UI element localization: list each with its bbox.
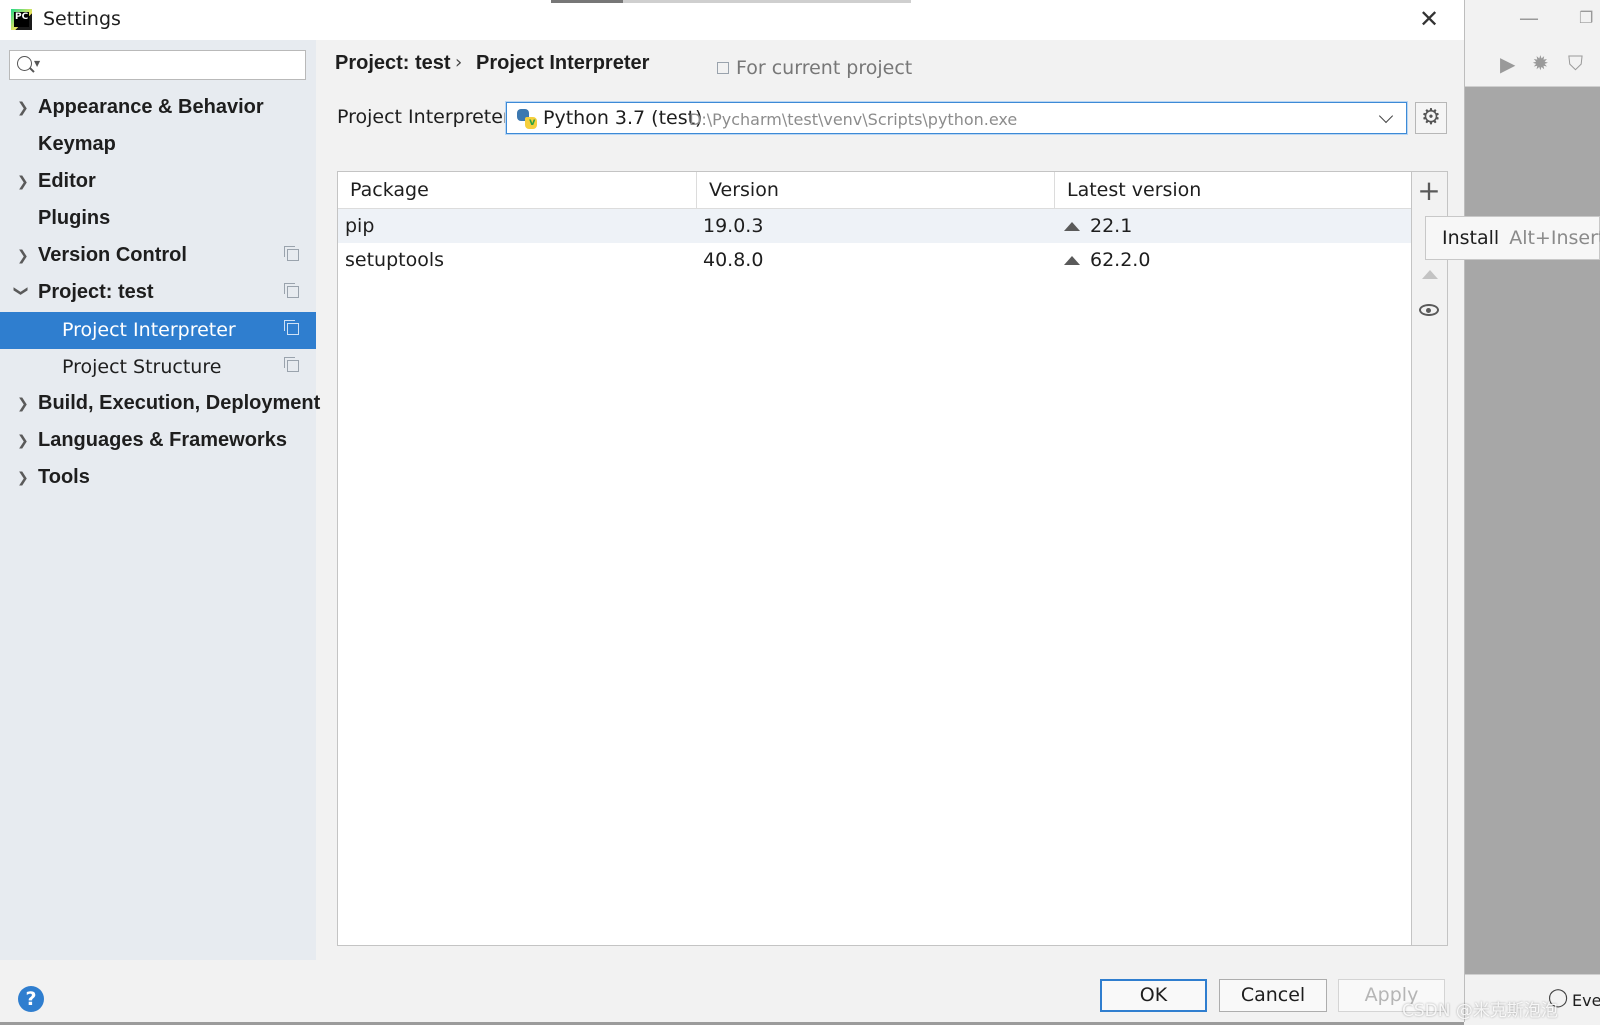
show-early-releases-eye-icon[interactable] xyxy=(1412,294,1446,328)
sidebar-item-languages-frameworks[interactable]: ❯ Languages & Frameworks xyxy=(0,423,316,460)
sidebar-item-label: Tools xyxy=(38,466,90,488)
chevron-down-icon[interactable]: ❯ xyxy=(13,285,29,297)
sidebar-item-label: Keymap xyxy=(38,133,116,155)
install-tooltip: Install Alt+Insert xyxy=(1425,216,1600,260)
ok-button[interactable]: OK xyxy=(1100,979,1207,1012)
column-header-latest-version[interactable]: Latest version xyxy=(1055,172,1411,208)
background-ide-titlebar: — ❐ xyxy=(1464,0,1600,42)
table-header: Package Version Latest version xyxy=(338,172,1411,209)
minimize-icon[interactable]: — xyxy=(1519,6,1539,30)
table-row[interactable]: setuptools 40.8.0 62.2.0 xyxy=(338,243,1411,277)
window-title: Settings xyxy=(43,8,121,30)
package-actions-toolbar: + xyxy=(1412,171,1448,946)
sidebar-item-tools[interactable]: ❯ Tools xyxy=(0,460,316,497)
watermark: CSDN @米克斯泡泡 xyxy=(1402,1001,1558,1021)
background-ide-toolbar: ▶ ✹ ⛉ xyxy=(1464,42,1600,87)
upgrade-available-icon xyxy=(1064,256,1080,265)
interpreter-name: Python 3.7 (test) xyxy=(543,107,703,129)
chevron-right-icon[interactable]: ❯ xyxy=(17,100,29,116)
sidebar-item-label: Build, Execution, Deployment xyxy=(38,392,321,414)
sidebar-item-build-execution-deployment[interactable]: ❯ Build, Execution, Deployment xyxy=(0,386,320,423)
search-box[interactable]: ▼ xyxy=(9,50,306,80)
gear-icon[interactable]: ⚙ xyxy=(1415,102,1447,134)
table-row[interactable]: pip 19.0.3 22.1 xyxy=(338,209,1411,243)
cancel-button[interactable]: Cancel xyxy=(1219,979,1327,1012)
background-ide-window: — ❐ ▶ ✹ ⛉ ◯ Ever xyxy=(1464,0,1600,1025)
sidebar-item-label: Project Structure xyxy=(62,356,222,378)
search-input[interactable] xyxy=(46,54,305,78)
debug-icon[interactable]: ✹ xyxy=(1532,51,1549,75)
sidebar-item-label: Editor xyxy=(38,170,96,192)
chevron-right-icon[interactable]: ❯ xyxy=(17,396,29,412)
sidebar-item-label: Languages & Frameworks xyxy=(38,429,287,451)
package-name: setuptools xyxy=(345,249,445,271)
sidebar-item-label: Plugins xyxy=(38,207,111,229)
sidebar-item-label: Project: test xyxy=(38,281,154,303)
package-name: pip xyxy=(345,215,375,237)
project-settings-copy-icon xyxy=(284,283,299,298)
sidebar-item-label: Version Control xyxy=(38,244,187,266)
sidebar-item-plugins[interactable]: Plugins xyxy=(0,201,316,238)
breadcrumb-separator: › xyxy=(455,52,463,73)
breadcrumb-parent[interactable]: Project: test xyxy=(335,52,451,75)
restore-icon[interactable]: ❐ xyxy=(1579,8,1593,27)
sidebar-item-project-test[interactable]: ❯ Project: test xyxy=(0,275,316,312)
pycharm-logo-icon: PC xyxy=(11,9,32,30)
tooltip-action: Install xyxy=(1442,227,1500,249)
project-settings-copy-icon xyxy=(284,357,299,372)
chevron-right-icon[interactable]: ❯ xyxy=(17,174,29,190)
project-settings-copy-icon xyxy=(284,246,299,261)
dialog-titlebar: PC Settings ✕ xyxy=(0,0,1464,40)
sidebar-item-editor[interactable]: ❯ Editor xyxy=(0,164,316,201)
add-package-icon[interactable]: + xyxy=(1412,174,1446,208)
packages-table: Package Version Latest version pip 19.0.… xyxy=(337,171,1412,946)
upgrade-package-icon[interactable] xyxy=(1412,256,1446,290)
coverage-icon[interactable]: ⛉ xyxy=(1568,51,1583,75)
interpreter-select[interactable]: v Python 3.7 (test) D:\Pycharm\test\venv… xyxy=(506,102,1407,134)
scope-label: For current project xyxy=(736,57,913,79)
package-latest-version: 62.2.0 xyxy=(1090,249,1151,271)
run-icon[interactable]: ▶ xyxy=(1500,52,1515,76)
chevron-down-icon[interactable] xyxy=(1378,108,1394,124)
chevron-right-icon[interactable]: ❯ xyxy=(17,470,29,486)
interpreter-path: D:\Pycharm\test\venv\Scripts\python.exe xyxy=(689,110,1018,129)
package-latest-version: 22.1 xyxy=(1090,215,1133,237)
chevron-right-icon[interactable]: ❯ xyxy=(17,248,29,264)
project-settings-copy-icon xyxy=(284,320,299,335)
python-icon: v xyxy=(517,109,537,129)
close-icon[interactable]: ✕ xyxy=(1416,6,1442,32)
sidebar-item-version-control[interactable]: ❯ Version Control xyxy=(0,238,316,275)
tooltip-shortcut: Alt+Insert xyxy=(1509,227,1600,249)
background-tab-strip xyxy=(551,0,911,3)
sidebar-item-appearance-behavior[interactable]: ❯ Appearance & Behavior xyxy=(0,90,316,127)
project-scope-icon xyxy=(717,62,729,74)
package-version: 40.8.0 xyxy=(703,249,764,271)
sidebar-item-keymap[interactable]: Keymap xyxy=(0,127,316,164)
sidebar-item-project-interpreter[interactable]: Project Interpreter xyxy=(0,312,316,349)
page-title: Project Interpreter xyxy=(476,52,650,74)
search-options-chevron-icon[interactable]: ▼ xyxy=(34,59,40,68)
column-header-version[interactable]: Version xyxy=(697,172,1055,208)
package-version: 19.0.3 xyxy=(703,215,764,237)
help-icon[interactable]: ? xyxy=(18,986,44,1012)
settings-sidebar: ▼ ❯ Appearance & Behavior Keymap ❯ Edito… xyxy=(0,40,320,960)
sidebar-item-label: Appearance & Behavior xyxy=(38,96,264,118)
sidebar-item-project-structure[interactable]: Project Structure xyxy=(0,349,316,386)
chevron-right-icon[interactable]: ❯ xyxy=(17,433,29,449)
interpreter-label: Project Interpreter: xyxy=(337,106,517,128)
upgrade-available-icon xyxy=(1064,222,1080,231)
sidebar-item-label: Project Interpreter xyxy=(62,319,236,341)
search-icon xyxy=(17,56,32,71)
event-log-label[interactable]: Ever xyxy=(1572,991,1600,1010)
settings-dialog: PC Settings ✕ ▼ ❯ Appearance & Behavior … xyxy=(0,0,1465,1022)
column-header-package[interactable]: Package xyxy=(338,172,697,208)
